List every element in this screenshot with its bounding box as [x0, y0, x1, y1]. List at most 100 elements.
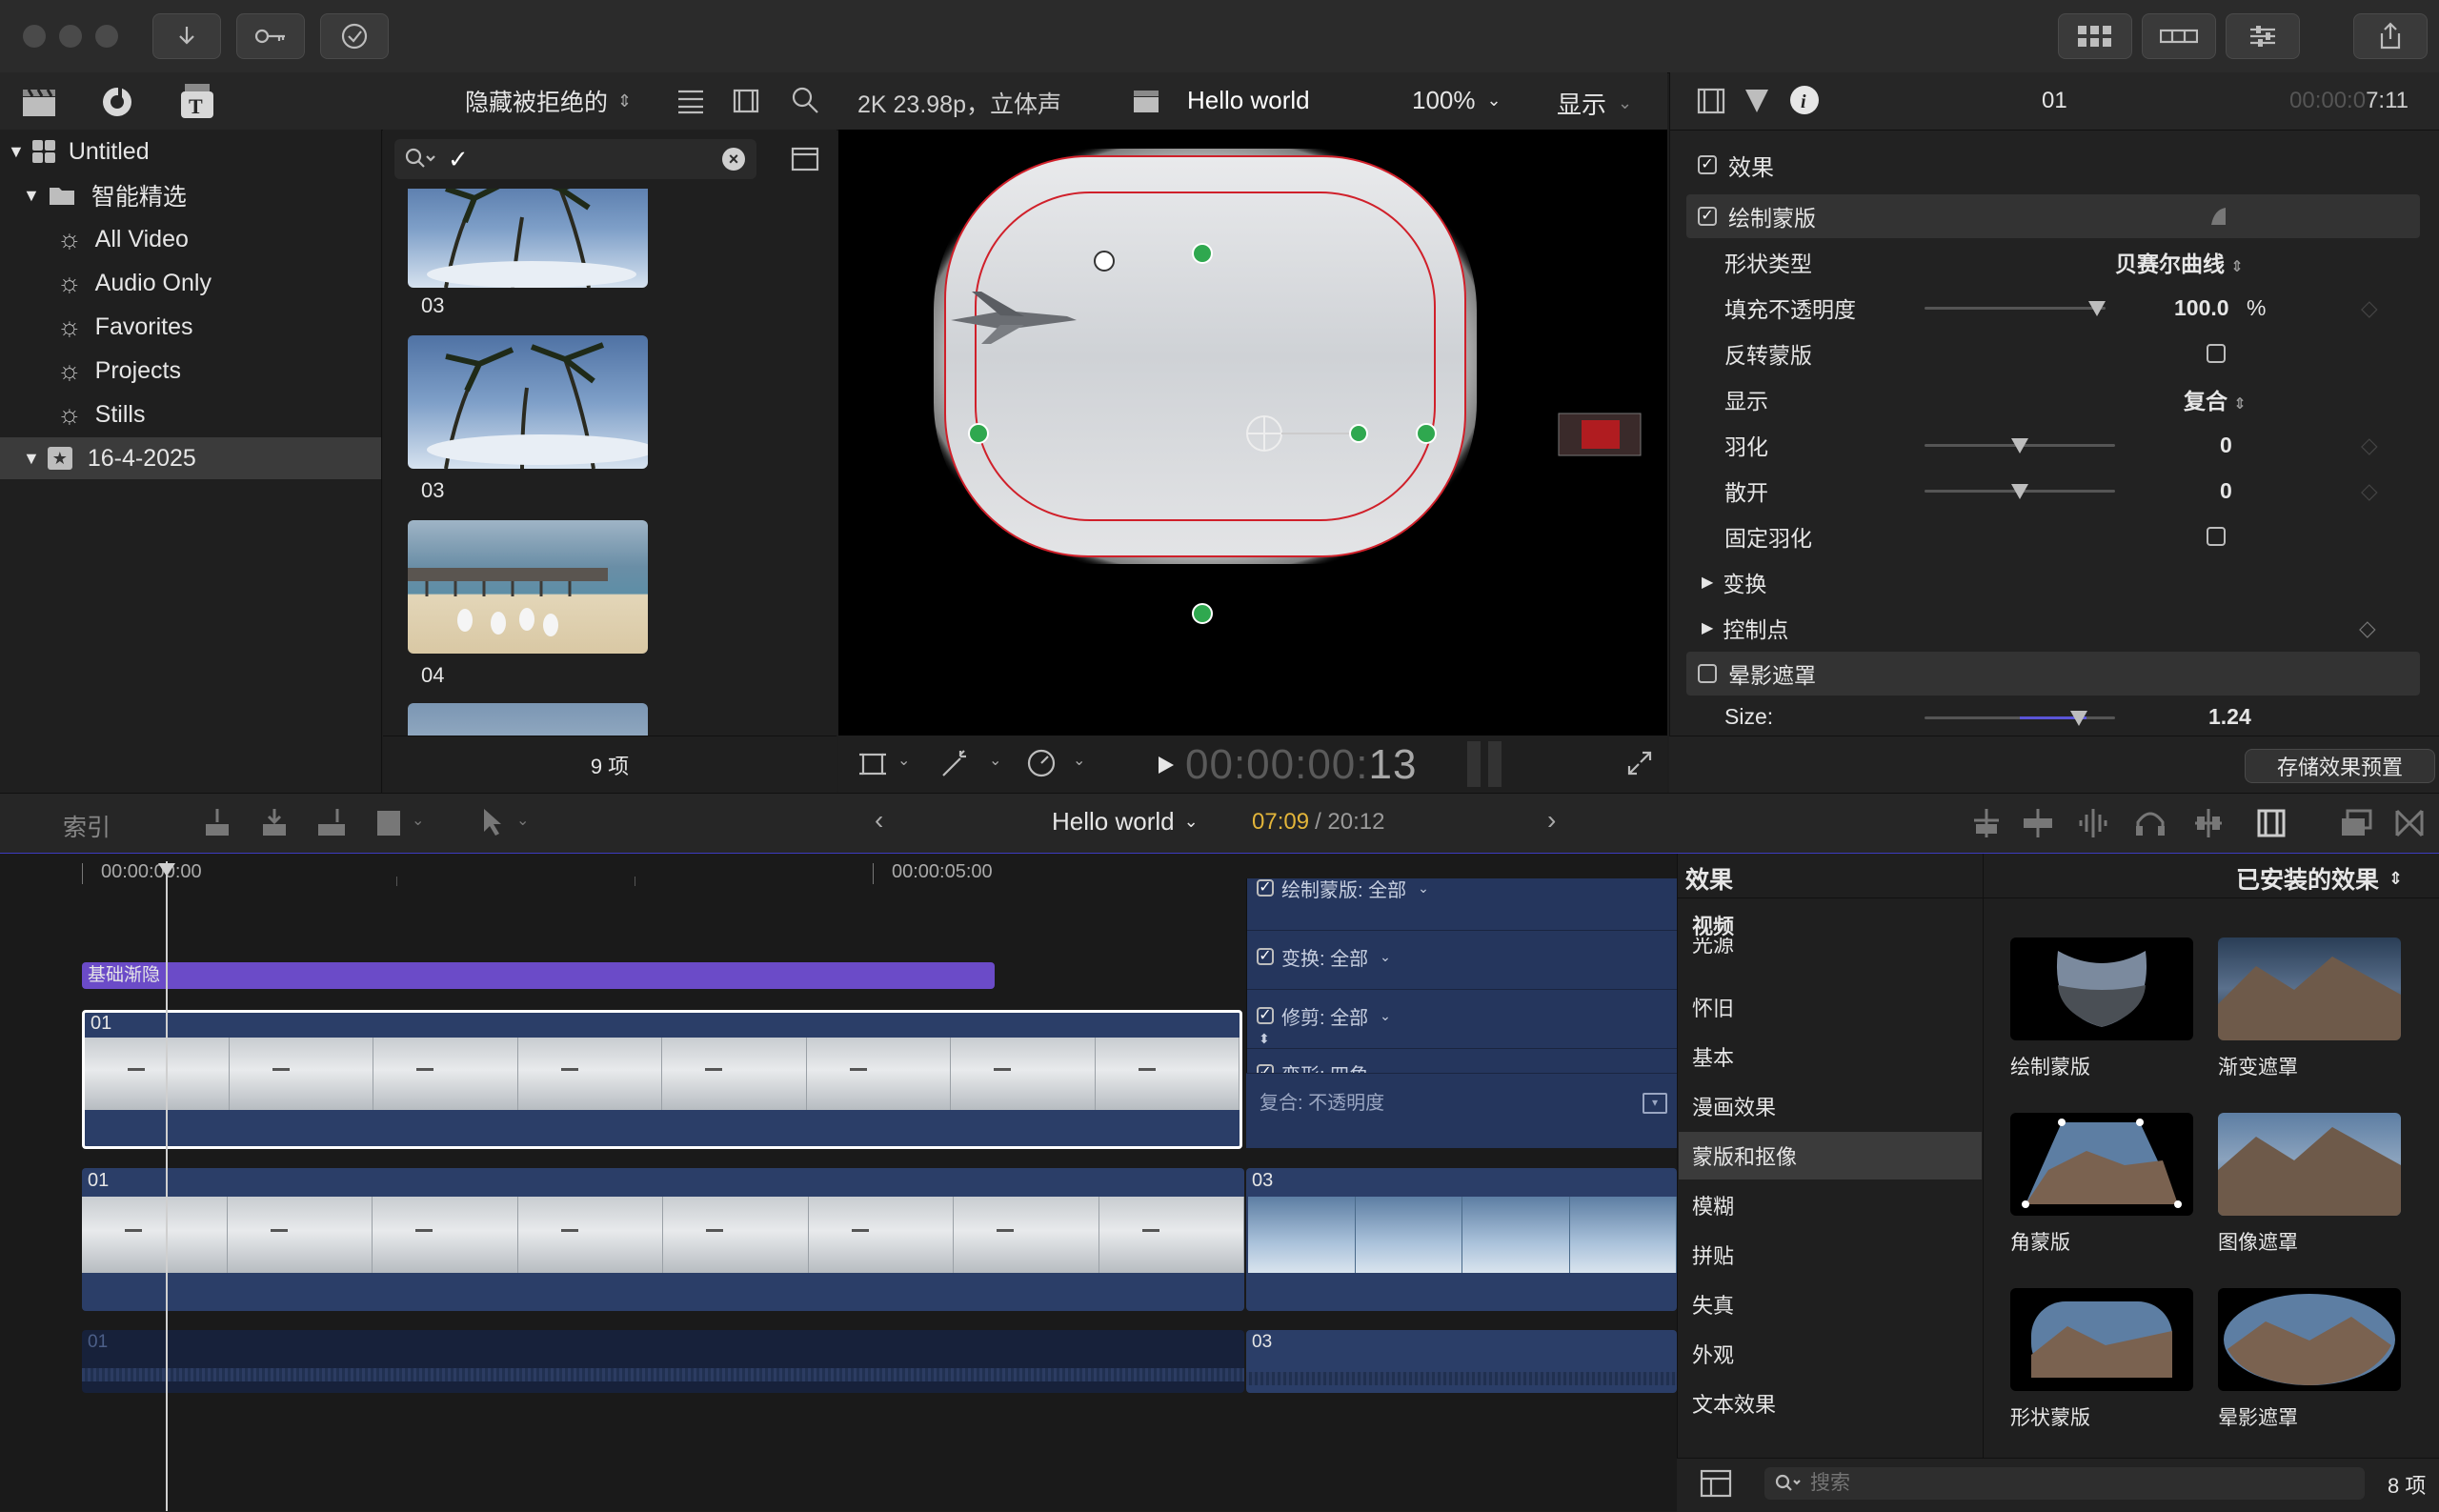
chevron-down-icon[interactable]: ⌄ — [412, 811, 424, 830]
clip-thumbnail[interactable] — [408, 189, 648, 288]
show-timeline-button[interactable] — [2142, 13, 2216, 59]
video-clip[interactable]: 03 — [1246, 1168, 1677, 1311]
spread-value[interactable]: 0 — [2220, 478, 2232, 504]
smart-collections-folder[interactable]: ▼ 智能精选 — [0, 174, 381, 216]
transitions-browser-icon[interactable] — [2393, 807, 2426, 839]
playhead[interactable] — [166, 861, 168, 1511]
event-row[interactable]: ▼ ★ 16-4-2025 — [0, 437, 381, 479]
mask-control-point-empty[interactable] — [1094, 251, 1115, 272]
installed-effects-popup[interactable]: 已安装的效果 ⇕ — [2236, 861, 2403, 896]
sidebar-toggle-icon[interactable] — [1700, 1469, 1732, 1498]
timeline-back-button[interactable]: ‹ — [875, 805, 883, 836]
color-inspector-icon[interactable] — [1743, 86, 1771, 114]
spread-slider-knob[interactable] — [2011, 484, 2028, 499]
clip-thumbnail[interactable] — [408, 335, 648, 469]
show-inspector-button[interactable] — [2226, 13, 2300, 59]
headphones-icon[interactable] — [2134, 807, 2167, 839]
fx-category-light[interactable]: 光源 — [1679, 937, 1982, 966]
keyframe-diamond-icon[interactable]: ◇ — [2361, 295, 2378, 321]
fill-opacity-slider-knob[interactable] — [2087, 301, 2106, 316]
feather-value[interactable]: 0 — [2220, 433, 2232, 458]
effect-thumbnail[interactable] — [2218, 937, 2401, 1040]
effect-thumbnail[interactable] — [2010, 1288, 2193, 1391]
list-view-icon[interactable] — [676, 88, 705, 114]
mask-add-icon[interactable] — [2207, 204, 2231, 229]
fill-opacity-value[interactable]: 100.0 — [2174, 295, 2229, 321]
viewer-canvas[interactable] — [838, 130, 1667, 736]
background-tasks-button[interactable] — [320, 13, 389, 59]
effects-checkbox[interactable] — [1698, 155, 1717, 174]
audio-clip[interactable]: 03 — [1246, 1330, 1677, 1393]
fx-category-basics[interactable]: 基本 — [1679, 1033, 1982, 1080]
clip-thumbnail[interactable] — [408, 703, 648, 736]
vignette-effect-header[interactable]: 晕影遮罩 — [1686, 652, 2420, 696]
chevron-down-icon[interactable]: ⌄ — [989, 751, 1001, 770]
fx-category-text-effects[interactable]: 文本效果 — [1679, 1380, 1982, 1427]
timeline-project-popup[interactable]: Hello world ⌄ — [1052, 807, 1199, 837]
keyframe-diamond-icon[interactable]: ◇ — [2361, 433, 2378, 458]
speedometer-icon[interactable] — [1025, 747, 1058, 779]
disclosure-triangle-icon[interactable]: ▼ — [8, 142, 25, 162]
anim-row-crop[interactable]: 修剪: 全部 ⌄ — [1257, 1002, 1391, 1029]
library-root[interactable]: ▼ Untitled — [0, 131, 381, 172]
disclosure-triangle-icon[interactable]: ▼ — [23, 186, 40, 206]
video-clip[interactable]: 01 — [82, 1168, 1244, 1311]
viewer-timecode[interactable]: 00:00:00: 13 — [1185, 741, 1417, 789]
fullscreen-icon[interactable] — [1625, 749, 1654, 777]
size-value[interactable]: 1.24 — [2208, 704, 2251, 730]
fill-opacity-slider[interactable] — [1925, 307, 2106, 310]
view-options-popup[interactable]: 显示 ⌄ — [1557, 86, 1632, 121]
mask-control-point[interactable] — [1192, 243, 1213, 264]
effect-thumbnail[interactable] — [2218, 1113, 2401, 1216]
zoom-popup[interactable]: 100% ⌄ — [1412, 86, 1502, 115]
fx-category-tiling[interactable]: 拼贴 — [1679, 1231, 1982, 1279]
draw-mask-checkbox[interactable] — [1698, 207, 1717, 226]
vignette-checkbox[interactable] — [1698, 664, 1717, 683]
anim-checkbox[interactable] — [1257, 1007, 1274, 1024]
feather-slider-knob[interactable] — [2011, 438, 2028, 454]
effect-thumbnail[interactable] — [2218, 1288, 2401, 1391]
keyframe-diamond-icon[interactable]: ◇ — [2361, 478, 2378, 504]
filmstrip-toggle-icon[interactable] — [791, 147, 819, 171]
checkmark-icon[interactable]: ✓ — [448, 145, 469, 174]
fx-category-distortion[interactable]: 失真 — [1679, 1280, 1982, 1328]
effect-thumbnail[interactable] — [2010, 1113, 2193, 1216]
insert-clip-icon[interactable] — [259, 807, 290, 839]
fx-category-looks[interactable]: 外观 — [1679, 1330, 1982, 1378]
clip-appearance-icon[interactable] — [732, 88, 760, 114]
audio-clip[interactable]: 01 — [82, 1330, 1244, 1393]
keyframe-diamond-icon[interactable]: ◇ — [2359, 615, 2376, 641]
info-icon[interactable]: i — [1788, 84, 1821, 116]
smart-collection-all-video[interactable]: ☼ All Video — [0, 218, 381, 260]
append-clip-icon[interactable] — [316, 807, 347, 839]
video-animation-editor[interactable]: 绘制蒙版: 全部⌄ 变换: 全部⌄ 修剪: 全部⌄ ⬍ 变形: 四角 — [1246, 878, 1678, 1086]
clear-search-icon[interactable]: × — [722, 148, 745, 171]
waveform-icon[interactable] — [2077, 807, 2109, 839]
chevron-down-icon[interactable]: ⌄ — [897, 751, 910, 770]
overwrite-clip-icon[interactable] — [373, 807, 404, 839]
disclosure-triangle-icon[interactable]: ▼ — [23, 449, 40, 469]
show-browser-button[interactable] — [2058, 13, 2132, 59]
fx-category-retro[interactable]: 怀旧 — [1679, 983, 1982, 1031]
mask-control-point[interactable] — [1192, 603, 1213, 624]
chevron-down-icon[interactable]: ⌄ — [1073, 751, 1085, 770]
photos-music-icon[interactable] — [99, 84, 135, 120]
mask-control-point[interactable] — [968, 423, 989, 444]
browser-search-field[interactable]: ✓ × — [394, 139, 756, 179]
select-arrow-icon[interactable] — [480, 807, 505, 839]
invert-mask-checkbox[interactable] — [2207, 344, 2226, 363]
effect-thumbnail[interactable] — [2010, 937, 2193, 1040]
fixed-feather-checkbox[interactable] — [2207, 527, 2226, 546]
play-icon[interactable] — [1157, 755, 1176, 776]
keywords-button[interactable] — [236, 13, 305, 59]
zoom-window-button[interactable] — [95, 25, 118, 48]
titles-generators-icon[interactable]: T — [179, 82, 215, 120]
smart-collection-projects[interactable]: ☼ Projects — [0, 350, 381, 392]
mask-control-point[interactable] — [1416, 423, 1437, 444]
video-inspector-icon[interactable] — [1697, 88, 1725, 114]
shape-type-popup[interactable]: 贝赛尔曲线 ⇕ — [2115, 246, 2244, 278]
expand-arrows-icon[interactable]: ⬍ — [1259, 1031, 1270, 1047]
anim-checkbox[interactable] — [1257, 879, 1274, 897]
size-slider-knob[interactable] — [2070, 711, 2087, 726]
import-button[interactable] — [152, 13, 221, 59]
